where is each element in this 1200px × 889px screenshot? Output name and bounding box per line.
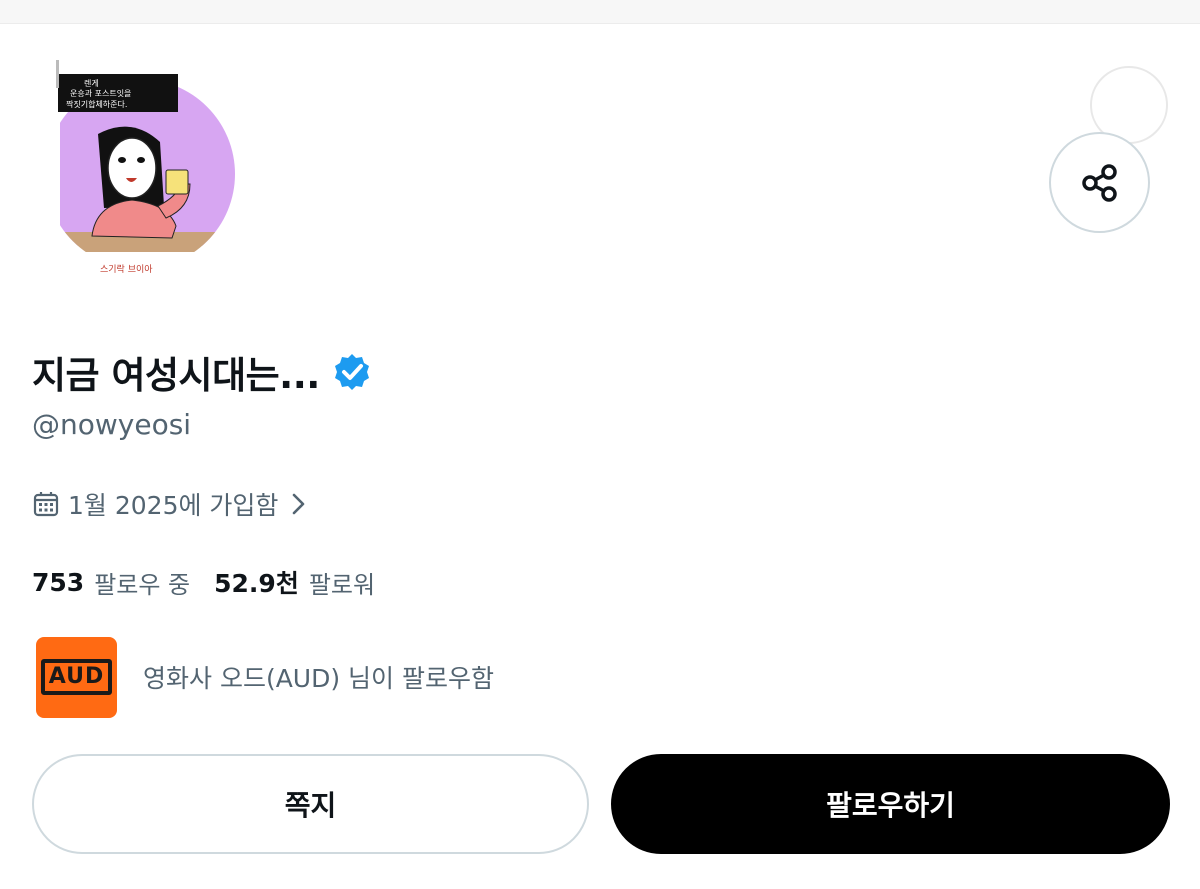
followed-by-row[interactable]: AUD 영화사 오드(AUD) 님이 팔로우함: [36, 636, 494, 718]
followed-by-text: 영화사 오드(AUD) 님이 팔로우함: [143, 664, 494, 693]
follow-button[interactable]: 팔로우하기: [611, 754, 1170, 854]
verified-badge-icon[interactable]: [332, 352, 372, 392]
share-button[interactable]: [1049, 132, 1150, 233]
aud-logo-text: AUD: [40, 659, 113, 695]
joined-date-row[interactable]: 1월 2025에 가입함: [32, 484, 310, 524]
follow-stats: 753 팔로우 중 52.9천 팔로워: [32, 562, 389, 602]
share-icon: [1081, 163, 1117, 202]
svg-text:렌게: 렌게: [84, 78, 99, 88]
top-bar: [0, 0, 1200, 24]
calendar-icon: [33, 492, 59, 517]
aud-logo[interactable]: AUD: [36, 636, 117, 718]
message-button[interactable]: 쪽지: [32, 754, 589, 854]
following-count[interactable]: 753: [32, 568, 84, 597]
svg-text:운숑과 포스트잇을: 운숑과 포스트잇을: [70, 88, 131, 98]
followers-count[interactable]: 52.9천: [214, 564, 299, 600]
display-name: 지금 여성시대는...: [32, 354, 320, 397]
profile-handle: @nowyeosi: [32, 408, 192, 441]
svg-text:짝짓기합체하준다.: 짝짓기합체하준다.: [66, 99, 127, 109]
profile-avatar[interactable]: 렌게 운숑과 포스트잇을 짝짓기합체하준다. 스기락 브이아: [40, 56, 240, 286]
following-label[interactable]: 팔로우 중: [94, 565, 190, 600]
joined-date: 1월 2025에 가입함: [68, 491, 279, 520]
profile-name-row: 지금 여성시대는...: [32, 344, 372, 400]
followers-label[interactable]: 팔로워: [309, 565, 375, 600]
svg-text:스기락 브이아: 스기락 브이아: [100, 263, 153, 275]
chevron-right-icon: [293, 493, 305, 515]
